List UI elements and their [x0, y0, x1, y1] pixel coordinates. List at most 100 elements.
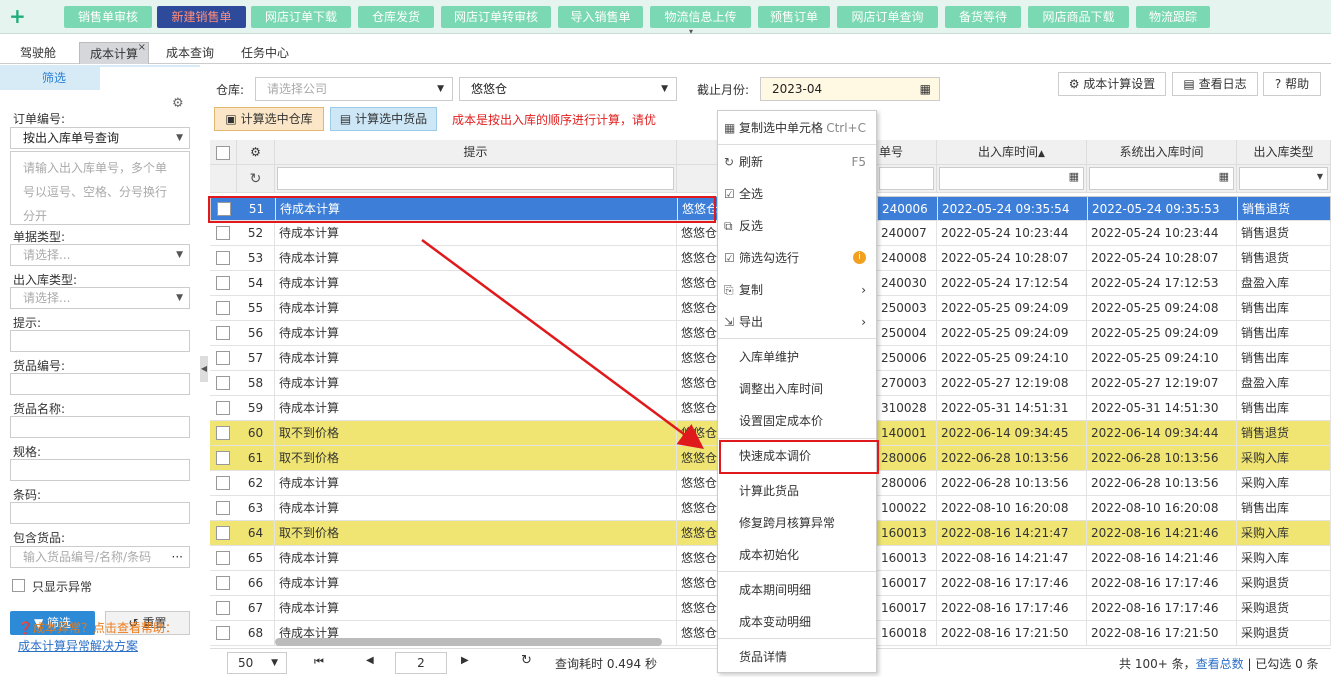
- plus-icon[interactable]: +: [9, 4, 26, 28]
- chevron-down-icon[interactable]: ▾: [676, 28, 706, 36]
- toolbar-button-8[interactable]: 网店订单查询: [837, 6, 938, 28]
- toolbar-button-7[interactable]: 预售订单: [758, 6, 830, 28]
- toolbar-button-0[interactable]: 销售单审核: [64, 6, 152, 28]
- toolbar-button-4[interactable]: 网店订单转审核: [441, 6, 551, 28]
- row-checkbox[interactable]: [216, 451, 230, 465]
- menu-item-4[interactable]: ☑ 筛选勾选行 i: [718, 243, 876, 273]
- calendar-icon[interactable]: ▦: [920, 78, 931, 100]
- row-checkbox[interactable]: [216, 551, 230, 565]
- info-icon[interactable]: i: [853, 251, 866, 264]
- filter-doc-no-input[interactable]: [879, 167, 934, 190]
- menu-item-2[interactable]: ☑ 全选: [718, 179, 876, 209]
- toolbar-button-10[interactable]: 网店商品下载: [1028, 6, 1129, 28]
- filter-io-type-select[interactable]: ▼: [1239, 167, 1328, 190]
- order-no-textarea[interactable]: 请输入出入库单号，多个单号以逗号、空格、分号换行分开: [10, 151, 190, 225]
- menu-item-15[interactable]: 成本变动明细: [718, 607, 876, 637]
- tab-task-center[interactable]: 任务中心: [232, 42, 298, 64]
- company-select[interactable]: 请选择公司 ▼: [255, 77, 453, 101]
- header-hint[interactable]: 提示: [275, 140, 677, 165]
- row-checkbox[interactable]: [216, 351, 230, 365]
- view-log-button[interactable]: ▤ 查看日志: [1172, 72, 1258, 96]
- sidebar-title[interactable]: 筛选: [8, 67, 100, 89]
- toolbar-button-2[interactable]: 网店订单下载: [251, 6, 351, 28]
- menu-item-7[interactable]: 入库单维护: [718, 342, 876, 372]
- doc-type-select[interactable]: 请选择... ▼: [10, 244, 190, 266]
- row-checkbox[interactable]: [216, 376, 230, 390]
- row-checkbox[interactable]: [216, 526, 230, 540]
- row-checkbox[interactable]: [216, 276, 230, 290]
- checkbox[interactable]: [216, 145, 230, 160]
- toolbar-button-9[interactable]: 备货等待: [945, 6, 1021, 28]
- spec-input[interactable]: [10, 459, 190, 481]
- filter-hint-input[interactable]: [277, 167, 674, 190]
- row-checkbox[interactable]: [216, 476, 230, 490]
- menu-item-16[interactable]: 货品详情: [718, 642, 876, 672]
- calc-goods-button[interactable]: ▤ 计算选中货品: [330, 107, 437, 131]
- header-sys-io-time[interactable]: 系统出入库时间: [1087, 140, 1237, 165]
- refresh-icon[interactable]: ↻: [237, 165, 275, 193]
- sort-asc-icon[interactable]: ▲: [1038, 149, 1045, 159]
- menu-item-5[interactable]: ⎘ 复制 ›: [718, 275, 876, 305]
- toolbar-button-5[interactable]: 导入销售单: [558, 6, 643, 28]
- menu-item-14[interactable]: 成本期间明细: [718, 575, 876, 605]
- warehouse-select[interactable]: 悠悠仓 ▼: [459, 77, 677, 101]
- menu-item-12[interactable]: 修复跨月核算异常: [718, 508, 876, 538]
- cost-warning[interactable]: ❓成本异常？点击查看帮助：: [18, 619, 177, 636]
- toolbar-button-11[interactable]: 物流跟踪: [1136, 6, 1210, 28]
- row-checkbox[interactable]: [216, 576, 230, 590]
- only-abnormal-checkbox[interactable]: [12, 579, 25, 592]
- calendar-icon[interactable]: ▦: [1219, 170, 1229, 183]
- month-input[interactable]: 2023-04 ▦: [760, 77, 940, 101]
- order-query-mode-select[interactable]: 按出入库单号查询 ▼: [10, 127, 190, 149]
- page-size-select[interactable]: 50 ▼: [227, 652, 287, 674]
- tab-cockpit[interactable]: 驾驶舱: [8, 42, 68, 64]
- header-gear[interactable]: ⚙: [237, 140, 275, 165]
- menu-item-9[interactable]: 设置固定成本价: [718, 406, 876, 436]
- calendar-icon[interactable]: ▦: [1069, 170, 1079, 183]
- tab-cost-query[interactable]: 成本查询: [158, 42, 222, 64]
- goods-name-input[interactable]: [10, 416, 190, 438]
- row-checkbox[interactable]: [216, 301, 230, 315]
- row-checkbox[interactable]: [216, 226, 230, 240]
- header-doc-no[interactable]: 单号: [877, 140, 937, 165]
- barcode-input[interactable]: [10, 502, 190, 524]
- row-checkbox[interactable]: [216, 426, 230, 440]
- gear-icon[interactable]: ⚙: [250, 145, 261, 159]
- sidebar-tab-blank[interactable]: [100, 67, 200, 90]
- next-page-icon[interactable]: ▶: [461, 655, 469, 666]
- close-icon[interactable]: ×: [138, 37, 146, 59]
- menu-item-3[interactable]: ⧉ 反选: [718, 211, 876, 241]
- header-io-type[interactable]: 出入库类型: [1237, 140, 1331, 165]
- menu-item-11[interactable]: 计算此货品: [718, 476, 876, 506]
- page-input[interactable]: 2: [395, 652, 447, 674]
- horizontal-scrollbar[interactable]: [275, 638, 662, 646]
- solution-link[interactable]: 成本计算异常解决方案: [18, 637, 138, 654]
- toolbar-button-3[interactable]: 仓库发货: [358, 6, 434, 28]
- toolbar-button-1[interactable]: 新建销售单: [157, 6, 246, 28]
- row-checkbox[interactable]: [216, 626, 230, 640]
- row-checkbox[interactable]: [216, 501, 230, 515]
- filter-sys-io-time-input[interactable]: ▦: [1089, 167, 1234, 190]
- header-checkbox[interactable]: [210, 140, 237, 165]
- help-button[interactable]: ? 帮助: [1263, 72, 1321, 96]
- refresh-icon[interactable]: ↻: [521, 653, 532, 668]
- first-page-icon[interactable]: ⏮: [314, 655, 324, 669]
- hint-input[interactable]: [10, 330, 190, 352]
- menu-item-1[interactable]: ↻ 刷新 F5: [718, 147, 876, 177]
- row-checkbox[interactable]: [216, 601, 230, 615]
- calc-warehouse-button[interactable]: ▣ 计算选中仓库: [214, 107, 324, 131]
- row-checkbox[interactable]: [216, 251, 230, 265]
- prev-page-icon[interactable]: ◀: [366, 655, 374, 666]
- menu-item-6[interactable]: ⇲ 导出 ›: [718, 307, 876, 337]
- menu-item-13[interactable]: 成本初始化: [718, 540, 876, 570]
- include-goods-input[interactable]: 输入货品编号/名称/条码 ···: [10, 546, 190, 568]
- menu-item-0[interactable]: ▦ 复制选中单元格 Ctrl+C: [718, 113, 876, 143]
- cost-settings-button[interactable]: ⚙ 成本计算设置: [1058, 72, 1166, 96]
- io-type-select[interactable]: 请选择... ▼: [10, 287, 190, 309]
- gear-icon[interactable]: ⚙: [172, 96, 184, 111]
- view-total-link[interactable]: 查看总数: [1196, 657, 1244, 671]
- row-checkbox[interactable]: [216, 401, 230, 415]
- more-icon[interactable]: ···: [172, 547, 183, 567]
- tab-cost-calc[interactable]: 成本计算 ×: [79, 42, 149, 64]
- header-io-time[interactable]: 出入库时间▲: [937, 140, 1087, 165]
